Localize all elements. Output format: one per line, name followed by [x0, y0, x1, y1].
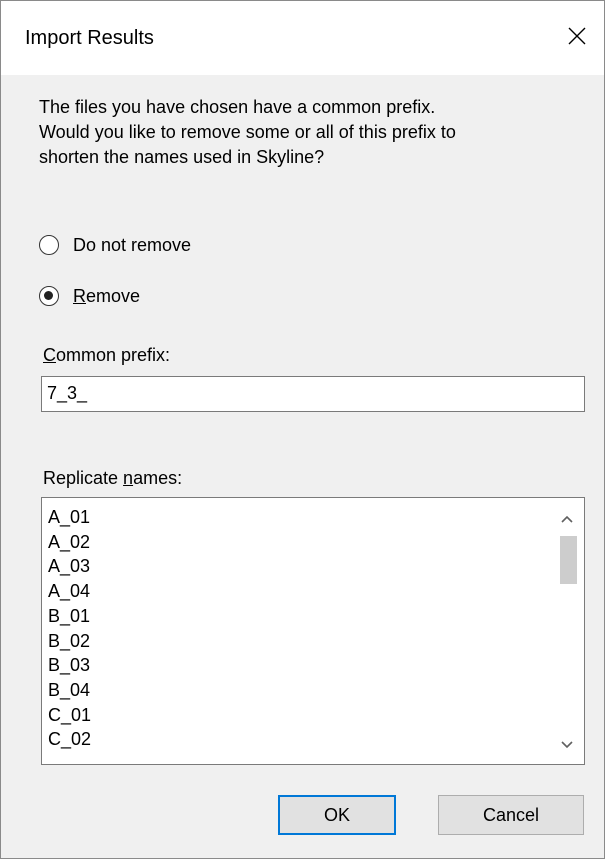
prefix-message: The files you have chosen have a common …	[39, 97, 456, 167]
scroll-up-button[interactable]	[550, 502, 584, 536]
chevron-up-icon	[561, 515, 573, 523]
replicate-names-label-mnemonic: n	[123, 468, 134, 488]
replicate-names-label: Replicate names:	[43, 467, 182, 489]
common-prefix-label-mnemonic: C	[43, 345, 56, 365]
close-icon	[568, 27, 586, 45]
remove-label-mnemonic: R	[73, 285, 86, 306]
list-item[interactable]: A_02	[48, 530, 91, 555]
remove-radio[interactable]: Remove	[39, 284, 140, 308]
list-item[interactable]: B_03	[48, 653, 91, 678]
close-button[interactable]	[554, 15, 600, 57]
common-prefix-input[interactable]: 7_3_	[41, 376, 585, 412]
list-item[interactable]: C_02	[48, 727, 91, 752]
replicate-names-list[interactable]: A_01 A_02 A_03 A_04 B_01 B_02 B_03 B_04 …	[41, 497, 585, 765]
import-results-dialog: Import Results The files you have chosen…	[0, 0, 605, 859]
list-item[interactable]: B_01	[48, 604, 91, 629]
cancel-button[interactable]: Cancel	[438, 795, 584, 835]
radio-circle-unchecked	[39, 235, 59, 255]
list-item[interactable]: C_01	[48, 703, 91, 728]
remove-label-rest: emove	[86, 285, 141, 306]
list-item[interactable]: A_03	[48, 554, 91, 579]
vertical-scrollbar[interactable]	[550, 498, 584, 764]
chevron-down-icon	[561, 741, 573, 749]
do-not-remove-label: Do not remove	[73, 234, 192, 255]
replicate-names-label-after: ames:	[133, 468, 183, 488]
replicate-names-label-before: Replicate	[43, 468, 124, 488]
common-prefix-label: Common prefix:	[43, 344, 170, 366]
common-prefix-label-rest: ommon prefix:	[56, 345, 171, 365]
list-item[interactable]: B_04	[48, 678, 91, 703]
remove-label: Remove	[73, 286, 140, 307]
radio-circle-checked	[39, 286, 59, 306]
dialog-title: Import Results	[25, 27, 154, 49]
list-item[interactable]: B_02	[48, 629, 91, 654]
replicate-names-items: A_01 A_02 A_03 A_04 B_01 B_02 B_03 B_04 …	[48, 505, 91, 752]
scroll-down-button[interactable]	[550, 728, 584, 762]
ok-button[interactable]: OK	[278, 795, 396, 835]
list-item[interactable]: A_01	[48, 505, 91, 530]
title-bar: Import Results	[1, 1, 604, 75]
do-not-remove-radio[interactable]: Do not remove	[39, 233, 191, 257]
list-item[interactable]: A_04	[48, 579, 91, 604]
scroll-thumb[interactable]	[560, 536, 577, 584]
